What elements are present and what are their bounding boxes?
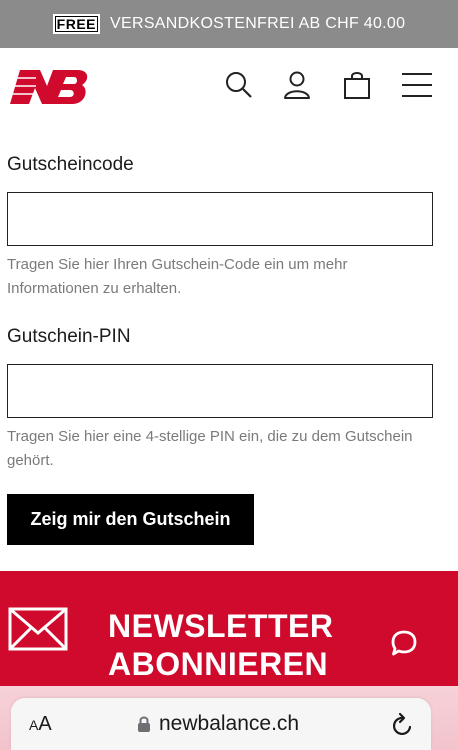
promo-text: VERSANDKOSTENFREI AB CHF 40.00 [110, 15, 406, 32]
mail-icon [8, 607, 68, 651]
show-voucher-button[interactable]: Zeig mir den Gutschein [7, 494, 254, 545]
bag-icon[interactable] [340, 68, 374, 102]
menu-icon[interactable] [400, 68, 434, 102]
voucher-code-input[interactable] [7, 192, 433, 246]
lock-icon [138, 716, 150, 732]
newsletter-banner[interactable]: NEWSLETTER ABONNIEREN [0, 571, 458, 691]
voucher-pin-help: Tragen Sie hier eine 4-stellige PIN ein,… [7, 428, 413, 469]
aa-large: A [38, 713, 52, 735]
voucher-code-label: Gutscheincode [7, 154, 134, 175]
chat-icon[interactable] [390, 629, 418, 657]
search-icon[interactable] [222, 68, 256, 102]
aa-small: A [29, 717, 39, 733]
voucher-pin-input[interactable] [7, 364, 433, 418]
site-header [0, 48, 458, 120]
browser-bar: AA newbalance.ch [0, 686, 458, 750]
promo-banner[interactable]: FREE VERSANDKOSTENFREI AB CHF 40.00 [0, 0, 458, 48]
free-badge: FREE [52, 14, 101, 34]
voucher-code-help: Tragen Sie hier Ihren Gutschein-Code ein… [7, 256, 348, 297]
newsletter-title-line2: ABONNIEREN [108, 646, 329, 682]
newsletter-title-line1: NEWSLETTER [108, 608, 334, 644]
address-bar[interactable]: AA newbalance.ch [11, 698, 431, 750]
reload-icon[interactable] [391, 712, 415, 738]
newsletter-title: NEWSLETTER ABONNIEREN [108, 607, 333, 683]
nb-logo[interactable] [6, 66, 90, 108]
account-icon[interactable] [280, 68, 314, 102]
voucher-pin-label: Gutschein-PIN [7, 326, 131, 347]
text-size-button[interactable]: AA [29, 713, 52, 736]
url-text: newbalance.ch [159, 712, 300, 735]
